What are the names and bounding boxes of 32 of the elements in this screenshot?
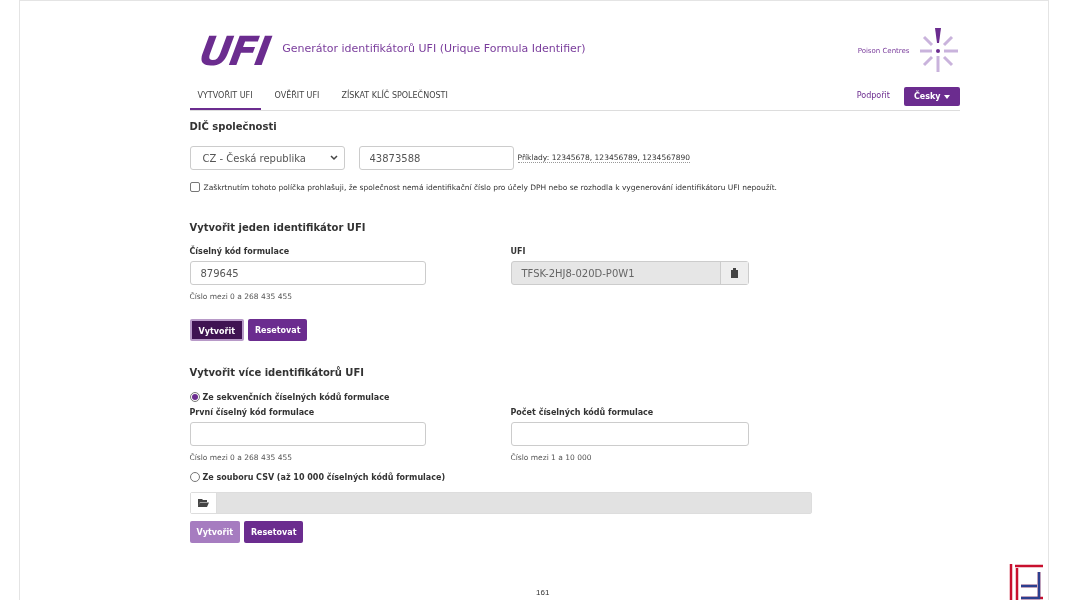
- code-input[interactable]: 879645: [189, 261, 426, 285]
- field-label: Číselný kód formulace: [189, 247, 291, 256]
- vat-input[interactable]: 43873588: [358, 146, 514, 170]
- ufi-output-field[interactable]: TFSK-2HJ8-020D-P0W1: [510, 261, 749, 285]
- support-link[interactable]: Podpořit: [856, 91, 890, 100]
- field-label: První číselný kód formulace: [189, 408, 316, 417]
- language-button[interactable]: Česky: [903, 87, 960, 106]
- radio-label: Ze sekvenčních číselných kódů formulace: [202, 392, 390, 402]
- page-title: Generátor identifikátorů UFI (Urique Formula Identifier): [282, 41, 587, 55]
- reset-button[interactable]: Resetovat: [247, 319, 308, 341]
- file-upload-field[interactable]: [189, 492, 812, 514]
- count-input[interactable]: [510, 422, 749, 446]
- nav-tab[interactable]: ZÍSKAT KLÍČ SPOLEČNOSTI: [333, 85, 456, 110]
- section-heading: Vytvořit více identifikátorů UFI: [189, 367, 366, 378]
- reset-button[interactable]: Resetovat: [243, 521, 304, 543]
- section-heading: Vytvořit jeden identifikátor UFI: [189, 222, 367, 233]
- ufi-logo: UFI: [195, 28, 273, 74]
- nav-tab[interactable]: VYTVOŘIT UFI: [189, 85, 261, 110]
- first-code-input[interactable]: [189, 422, 426, 446]
- page-number: 161: [536, 588, 550, 597]
- nav-tab[interactable]: OVĚŘIT UFI: [266, 85, 328, 110]
- folder-icon: [197, 499, 209, 507]
- chevron-down-icon: [329, 155, 338, 161]
- caret-icon: [943, 94, 950, 99]
- country-select[interactable]: CZ - Česká republika: [189, 146, 345, 170]
- section-heading: DIČ společnosti: [189, 121, 278, 132]
- no-vat-checkbox[interactable]: [189, 182, 200, 192]
- create-button[interactable]: Vytvořit: [189, 319, 244, 341]
- clipboard-icon[interactable]: [729, 268, 739, 278]
- field-label: UFI: [510, 247, 527, 256]
- field-label: Počet číselných kódů formulace: [510, 408, 655, 417]
- radio-label: Ze souboru CSV (až 10 000 číselných kódů formulace): [202, 472, 446, 482]
